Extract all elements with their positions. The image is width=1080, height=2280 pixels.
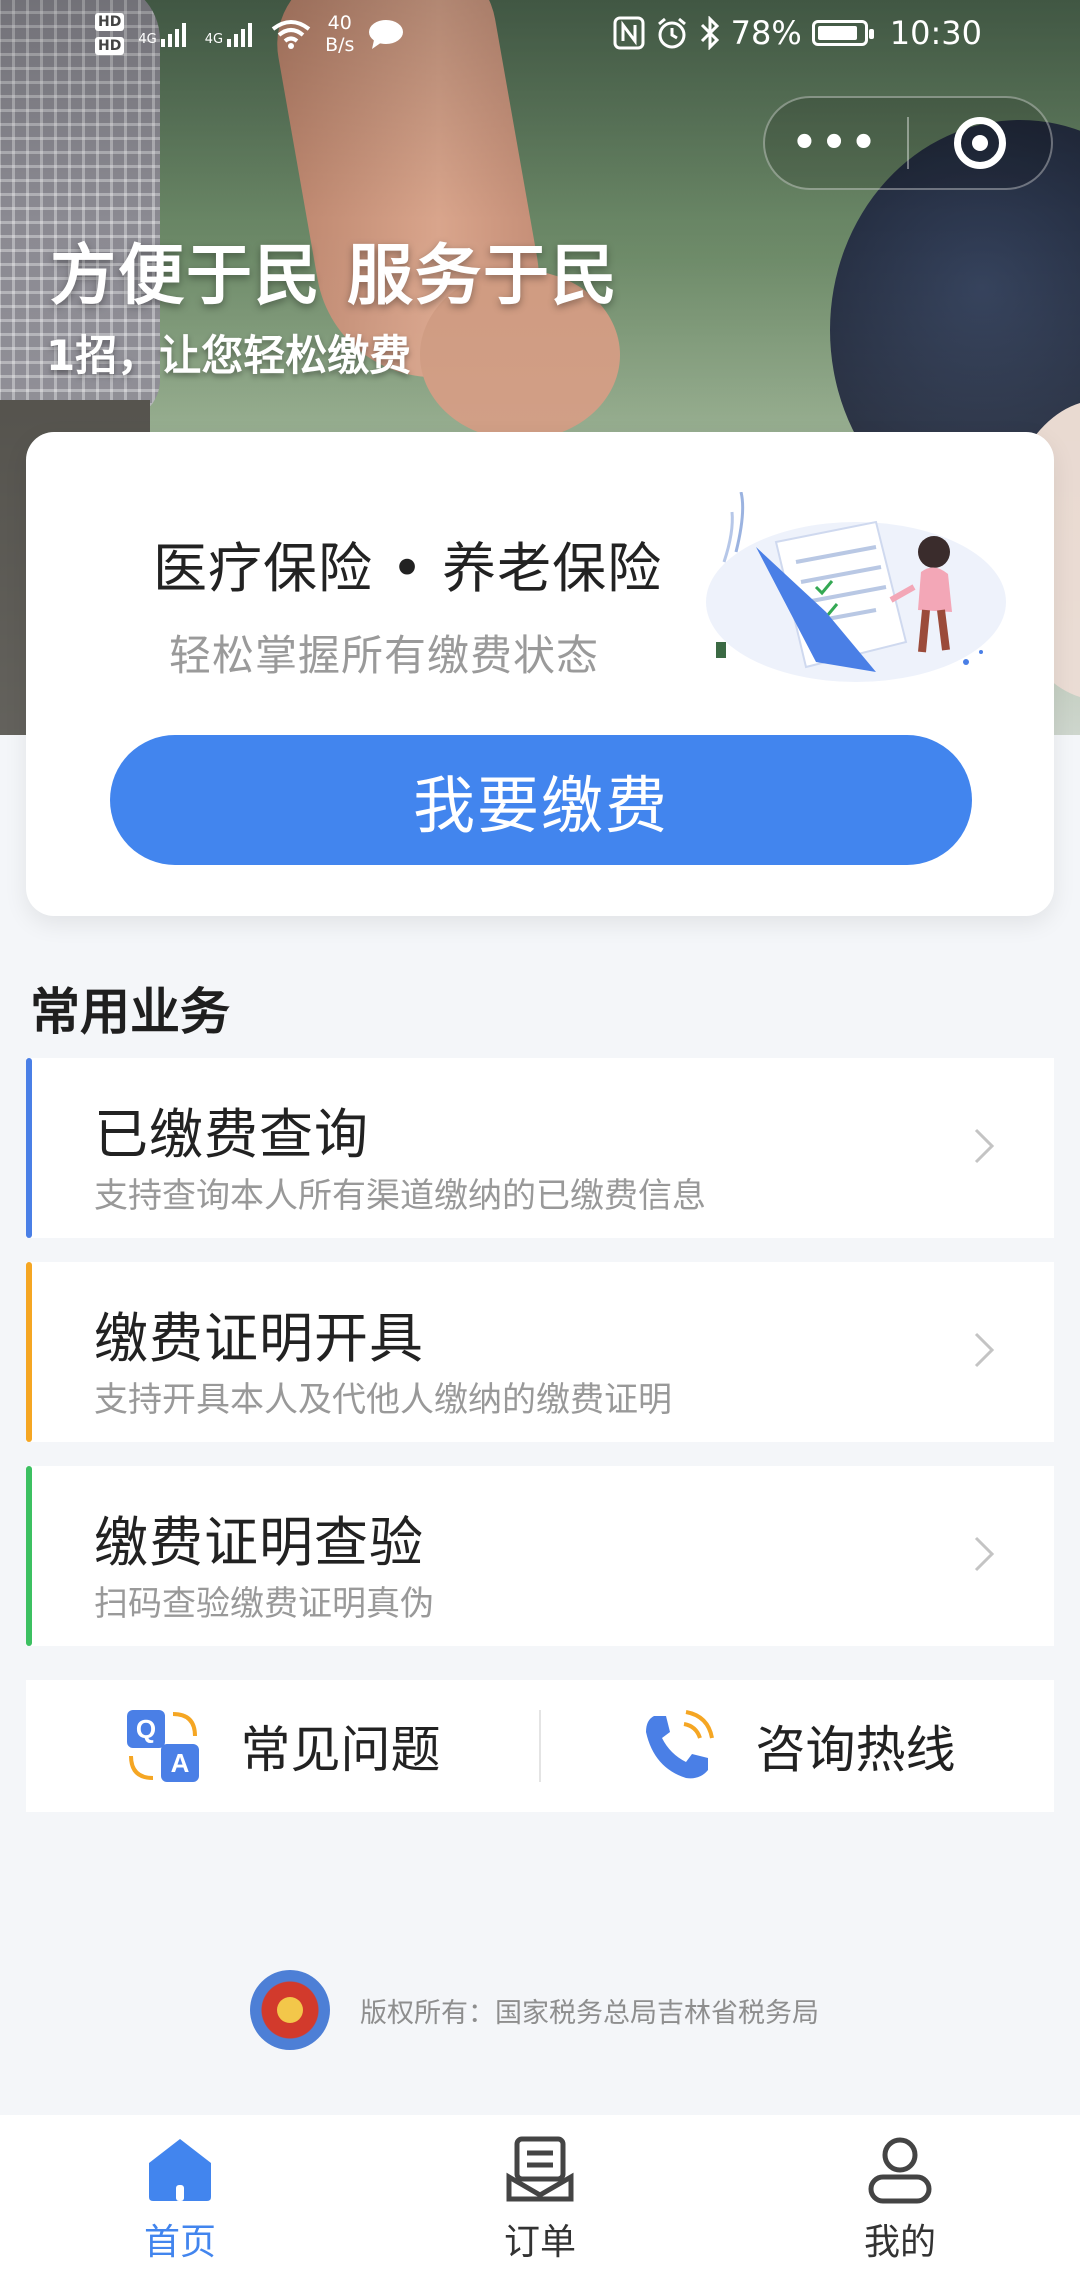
bottom-tab-bar: 首页 订单 我的 — [0, 2115, 1080, 2280]
accent-bar — [26, 1262, 32, 1442]
chevron-right-icon — [974, 1128, 995, 1164]
bluetooth-icon — [700, 16, 719, 50]
order-icon — [506, 2136, 574, 2202]
qa-icon: Q A — [126, 1710, 199, 1782]
hd-badge: HD — [95, 13, 125, 31]
tab-label: 我的 — [863, 2222, 936, 2263]
service-title: 已缴费查询 — [94, 1103, 369, 1166]
status-bar: HD HD 4G 4G 40 B/s 78% 10:30 — [0, 0, 1080, 75]
signal-label: 4G — [138, 32, 157, 47]
svg-text:Q: Q — [135, 1714, 155, 1744]
more-menu-button[interactable]: ••• — [765, 120, 907, 166]
chevron-right-icon — [974, 1332, 995, 1368]
page: HD HD 4G 4G 40 B/s 78% 10:30 ••• 方便于民 服务… — [0, 0, 1080, 2280]
service-desc: 支持开具本人及代他人缴纳的缴费证明 — [94, 1380, 672, 1420]
copyright-footer: 版权所有：国家税务总局吉林省税务局 — [250, 1970, 819, 2050]
faq-label: 常见问题 — [240, 1721, 441, 1779]
user-icon — [868, 2137, 932, 2204]
signal-icon — [227, 23, 253, 47]
document-illustration-icon — [706, 492, 1006, 682]
tab-label: 首页 — [143, 2222, 216, 2263]
hotline-button[interactable]: 咨询热线 — [541, 1708, 1054, 1784]
tab-home[interactable]: 首页 — [0, 2115, 360, 2280]
card-title: 医疗保险 • 养老保险 — [153, 537, 663, 600]
hd-badge: HD — [95, 37, 125, 55]
battery-percent: 78% — [730, 14, 802, 52]
clock-time: 10:30 — [889, 14, 982, 52]
target-close-icon — [953, 117, 1006, 169]
signal-label: 4G — [204, 32, 224, 47]
certificate-issue-item[interactable]: 缴费证明开具 支持开具本人及代他人缴纳的缴费证明 — [26, 1262, 1054, 1442]
faq-button[interactable]: Q A 常见问题 — [26, 1708, 539, 1784]
tab-profile[interactable]: 我的 — [720, 2115, 1080, 2280]
service-desc: 扫码查验缴费证明真伪 — [94, 1584, 434, 1624]
hero-title: 方便于民 服务于民 — [50, 237, 619, 314]
accent-bar — [26, 1466, 32, 1646]
network-speed: 40 B/s — [325, 12, 355, 56]
service-title: 缴费证明开具 — [94, 1307, 424, 1370]
service-title: 缴费证明查验 — [94, 1511, 424, 1574]
alarm-icon — [657, 17, 686, 49]
home-icon — [149, 2139, 211, 2201]
paid-query-item[interactable]: 已缴费查询 支持查询本人所有渠道缴纳的已缴费信息 — [26, 1058, 1054, 1238]
tab-label: 订单 — [503, 2222, 576, 2263]
battery-icon — [811, 20, 874, 46]
pay-now-button[interactable]: 我要缴费 — [110, 735, 972, 865]
insurance-card: 医疗保险 • 养老保险 轻松掌握所有缴费状态 我要缴费 — [26, 432, 1054, 916]
wifi-icon — [271, 20, 311, 49]
phone-icon — [645, 1710, 714, 1779]
service-desc: 支持查询本人所有渠道缴纳的已缴费信息 — [94, 1176, 706, 1216]
miniprogram-capsule: ••• — [763, 96, 1053, 190]
tax-bureau-emblem-icon — [250, 1970, 330, 2050]
hotline-label: 咨询热线 — [755, 1721, 956, 1779]
hero-subtitle: 1招，让您轻松缴费 — [46, 331, 412, 380]
certificate-verify-item[interactable]: 缴费证明查验 扫码查验缴费证明真伪 — [26, 1466, 1054, 1646]
chevron-right-icon — [974, 1536, 995, 1572]
tab-orders[interactable]: 订单 — [360, 2115, 720, 2280]
close-miniprogram-button[interactable] — [909, 117, 1051, 169]
accent-bar — [26, 1058, 32, 1238]
nfc-icon — [613, 16, 645, 50]
signal-icon — [160, 23, 186, 47]
battery-level — [817, 26, 857, 40]
section-title: 常用业务 — [30, 983, 230, 1041]
card-subtitle: 轻松掌握所有缴费状态 — [169, 631, 600, 680]
help-row: Q A 常见问题 咨询热线 — [26, 1680, 1054, 1812]
copyright-text: 版权所有：国家税务总局吉林省税务局 — [360, 1997, 819, 2029]
message-icon — [369, 20, 404, 49]
svg-text:A: A — [170, 1748, 189, 1778]
